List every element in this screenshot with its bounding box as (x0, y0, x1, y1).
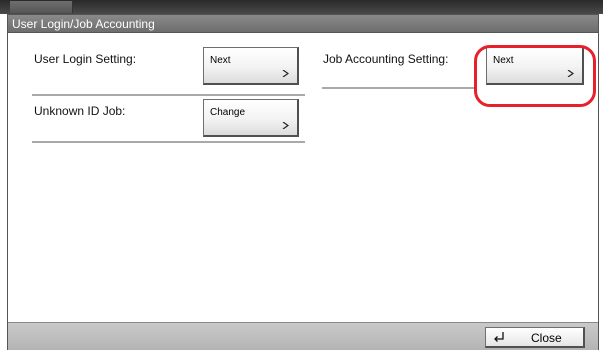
job-accounting-setting-label: Job Accounting Setting: (323, 52, 449, 66)
dialog-screen: User Login/Job Accounting User Login Set… (7, 14, 599, 350)
footer-bar: Close (8, 322, 598, 350)
return-arrow-icon (494, 332, 504, 342)
unknown-id-job-change-label: Change (210, 107, 246, 118)
page-title: User Login/Job Accounting (12, 17, 155, 31)
user-login-setting-label: User Login Setting: (34, 52, 137, 66)
close-label: Close (531, 331, 562, 345)
unknown-id-job-row-divider (32, 141, 305, 143)
job-accounting-row-divider (322, 87, 476, 89)
close-button[interactable]: Close (485, 327, 585, 348)
unknown-id-job-change-button[interactable]: Change (203, 99, 299, 137)
highlight-ring (474, 45, 596, 107)
chevron-right-icon (282, 122, 289, 129)
top-status-bar (0, 0, 603, 14)
user-login-next-button[interactable]: Next (203, 47, 299, 85)
user-login-next-label: Next (210, 55, 231, 66)
title-bar: User Login/Job Accounting (8, 15, 598, 33)
top-status-tab (10, 1, 73, 13)
chevron-right-icon (282, 70, 289, 77)
unknown-id-job-label: Unknown ID Job: (34, 104, 126, 118)
user-login-row-divider (32, 94, 305, 96)
